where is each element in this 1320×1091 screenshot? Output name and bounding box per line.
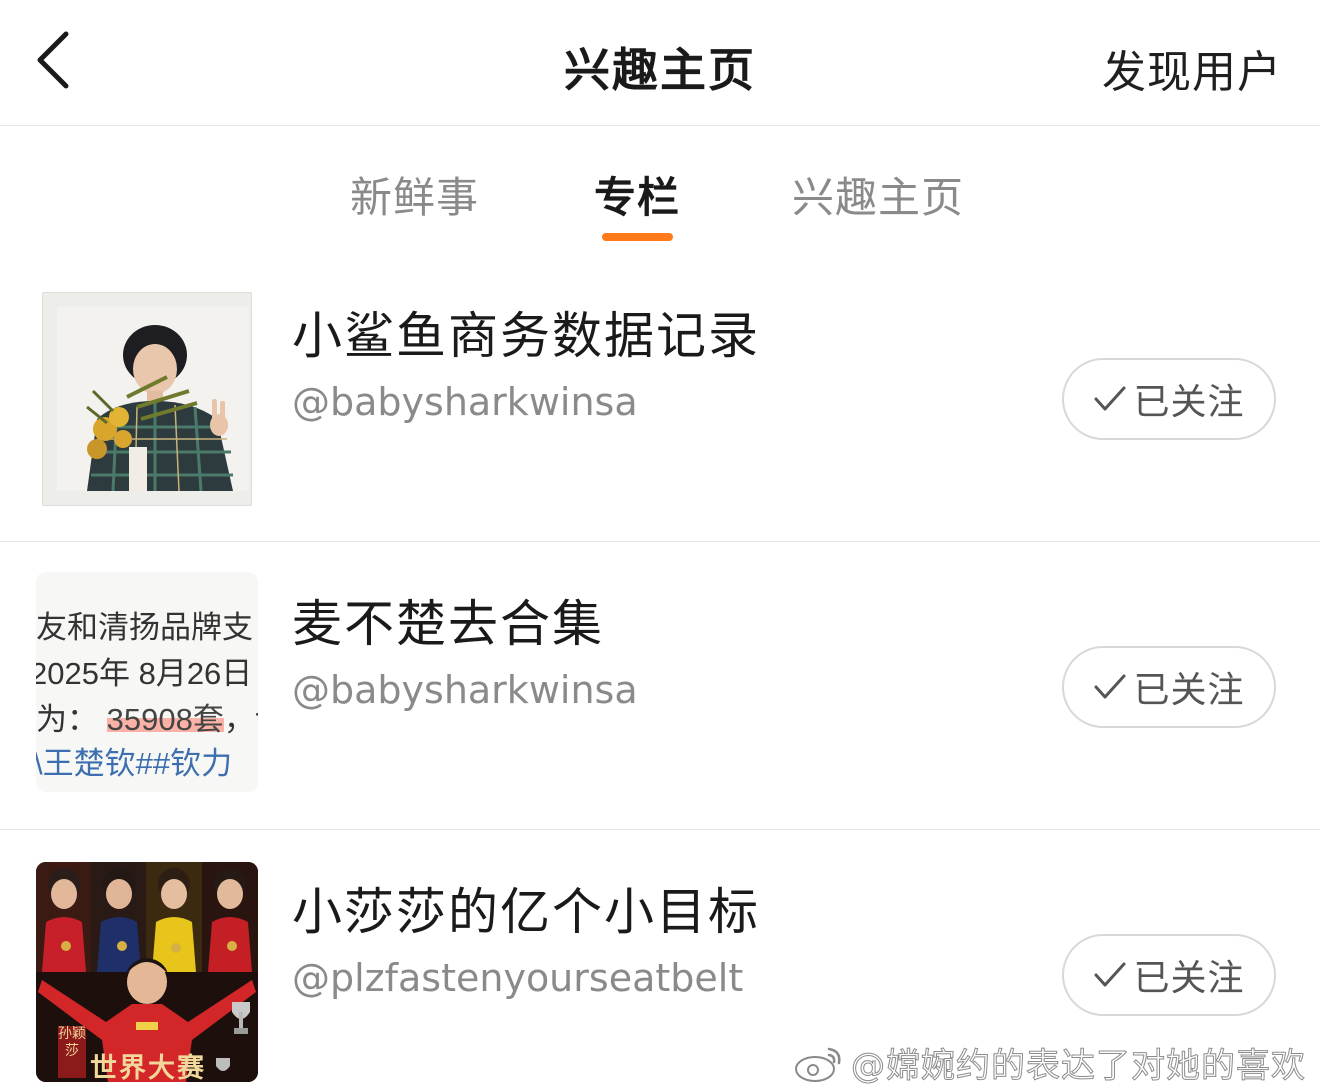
item-thumbnail bbox=[42, 292, 252, 506]
top-nav-bar: 兴趣主页 发现用户 bbox=[0, 0, 1320, 126]
item-title: 麦不楚去合集 bbox=[292, 595, 604, 653]
checkmark-icon bbox=[1094, 962, 1126, 987]
tab-column[interactable]: 专栏 bbox=[594, 164, 680, 225]
thumb-text-line: 为： 35908套，讠 bbox=[36, 702, 258, 737]
item-thumbnail: 孙颖莎 世界大赛 bbox=[36, 862, 258, 1082]
thumb-text-line: 友和清扬品牌支 bbox=[36, 610, 253, 645]
follow-label: 已关注 bbox=[1133, 958, 1245, 999]
item-thumbnail: 友和清扬品牌支 2025年 8月26日 为： 35908套，讠 \王楚钦##钦力 bbox=[36, 572, 258, 792]
item-handle: @babysharkwinsa bbox=[292, 668, 638, 712]
item-title: 小莎莎的亿个小目标 bbox=[292, 883, 760, 941]
tab-news[interactable]: 新鲜事 bbox=[350, 164, 479, 225]
watermark-text: @嫦婉约的表达了对她的喜欢 bbox=[851, 1046, 1306, 1087]
list-item[interactable]: 友和清扬品牌支 2025年 8月26日 为： 35908套，讠 \王楚钦##钦力… bbox=[0, 542, 1320, 830]
thumb-text-line: \王楚钦##钦力 bbox=[36, 746, 233, 781]
checkmark-icon bbox=[1094, 386, 1126, 411]
tab-interest-home[interactable]: 兴趣主页 bbox=[792, 164, 964, 225]
checkmark-icon bbox=[1094, 674, 1126, 699]
poster-caption: 世界大赛 bbox=[90, 1053, 206, 1082]
tab-bar: 新鲜事 专栏 兴趣主页 bbox=[0, 126, 1320, 254]
active-tab-indicator bbox=[602, 233, 673, 241]
item-handle: @plzfastenyourseatbelt bbox=[292, 956, 744, 1000]
item-handle: @babysharkwinsa bbox=[292, 380, 638, 424]
portrait-photo bbox=[57, 307, 249, 491]
followed-button[interactable]: 已关注 bbox=[1062, 646, 1276, 728]
follow-label: 已关注 bbox=[1133, 382, 1245, 423]
discover-users-button[interactable]: 发现用户 bbox=[1102, 36, 1282, 100]
item-title: 小鲨鱼商务数据记录 bbox=[292, 307, 760, 365]
weibo-logo-icon bbox=[795, 1047, 841, 1082]
thumb-text-line: 2025年 8月26日 bbox=[36, 656, 253, 691]
list-item[interactable]: 小鲨鱼商务数据记录 @babysharkwinsa 已关注 bbox=[0, 254, 1320, 542]
poster-name-badge: 孙颖莎 bbox=[58, 1026, 86, 1078]
follow-label: 已关注 bbox=[1133, 670, 1245, 711]
followed-button[interactable]: 已关注 bbox=[1062, 934, 1276, 1016]
followed-button[interactable]: 已关注 bbox=[1062, 358, 1276, 440]
watermark: @嫦婉约的表达了对她的喜欢 bbox=[793, 1038, 1306, 1087]
